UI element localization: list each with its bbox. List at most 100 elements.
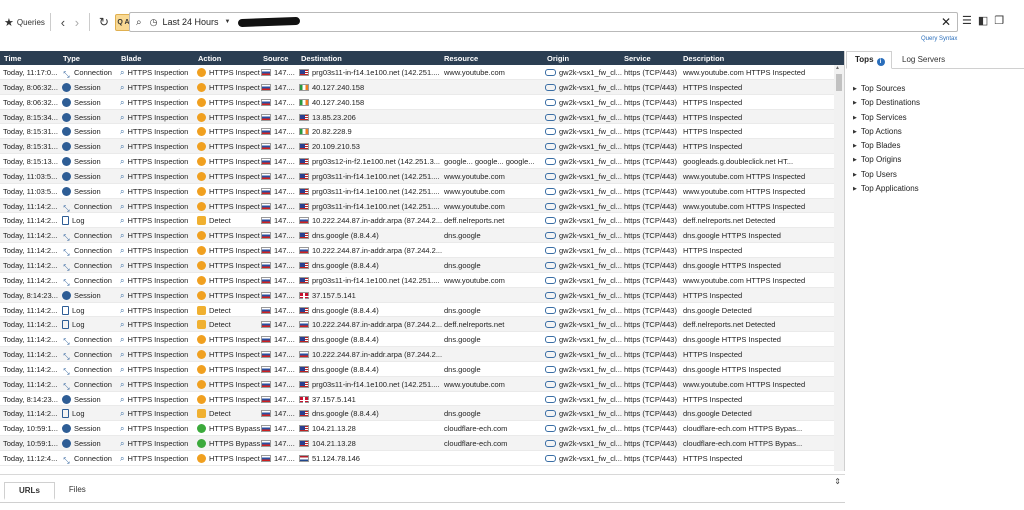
- column-header-description[interactable]: Description: [683, 54, 724, 63]
- table-row[interactable]: Today, 11:14:2... ⤡ Connection ⌕ HTTPS Inspe…: [0, 243, 844, 258]
- flag-us-icon: [299, 202, 309, 210]
- table-row[interactable]: Today, 11:14:2... ⤡ Connection ⌕ HTTPS Inspe…: [0, 272, 844, 288]
- top-item-applications[interactable]: ▶ Top Applications: [853, 184, 920, 198]
- flag-sk-icon: [261, 365, 271, 373]
- cell-text: Log: [72, 305, 85, 315]
- top-item-users[interactable]: ▶ Top Users: [853, 170, 920, 184]
- column-header-action[interactable]: Action: [198, 54, 221, 63]
- refresh-icon[interactable]: ↻: [99, 15, 109, 29]
- table-row[interactable]: Today, 8:15:34... Session ⌕ HTTPS Inspectio…: [0, 109, 844, 125]
- flag-sk-icon: [299, 321, 309, 329]
- table-row[interactable]: Today, 8:14:23... Session ⌕ HTTPS Inspectio…: [0, 391, 844, 407]
- grid-header: Time Type Blade Action Source Destinatio…: [0, 51, 844, 65]
- table-row[interactable]: Today, 11:17:0... ⤡ Connection ⌕ HTTPS Inspe…: [0, 65, 844, 80]
- column-header-origin[interactable]: Origin: [547, 54, 569, 63]
- panel-resize-icon[interactable]: ⇕: [834, 477, 841, 486]
- table-row[interactable]: Today, 11:12:4... ⤡ Connection ⌕ HTTPS Inspe…: [0, 450, 844, 466]
- grid-scrollbar[interactable]: ▲: [834, 65, 844, 471]
- cell-text: HTTPS Inspect: [209, 201, 260, 211]
- table-row[interactable]: Today, 11:14:2... ⤡ Connection ⌕ HTTPS Inspe…: [0, 376, 844, 392]
- column-header-type[interactable]: Type: [63, 54, 80, 63]
- cell-origin: gw2k-vsx1_fw_cl...: [545, 127, 622, 136]
- cell-text: www.youtube.com HTTPS Inspected: [683, 171, 806, 181]
- cell-action: Detect: [197, 320, 260, 330]
- forward-arrow-icon[interactable]: ›: [70, 15, 84, 30]
- table-row[interactable]: Today, 11:14:2... ⤡ Connection ⌕ HTTPS Inspe…: [0, 257, 844, 273]
- close-icon[interactable]: ✕: [941, 15, 951, 29]
- flag-sk-icon: [261, 143, 271, 151]
- cell-text: HTTPS Inspected: [683, 290, 743, 300]
- column-header-destination[interactable]: Destination: [301, 54, 342, 63]
- table-row[interactable]: Today, 10:59:1... Session ⌕ HTTPS Inspectio…: [0, 421, 844, 437]
- tab-urls[interactable]: URLs: [4, 482, 55, 500]
- cell-blade: ⌕ HTTPS Inspection: [120, 409, 196, 419]
- column-header-time[interactable]: Time: [4, 54, 21, 63]
- https-inspection-icon: ⌕: [120, 216, 125, 226]
- cell-text: prg03s11-in-f14.1e100.net (142.251....: [312, 201, 440, 211]
- top-item-blades[interactable]: ▶ Top Blades: [853, 141, 920, 155]
- query-syntax-link[interactable]: Query Syntax: [921, 36, 957, 42]
- top-item-destinations[interactable]: ▶ Top Destinations: [853, 98, 920, 112]
- info-icon[interactable]: i: [876, 58, 885, 66]
- table-row[interactable]: Today, 11:14:2... ⤡ Connection ⌕ HTTPS Inspe…: [0, 361, 844, 377]
- cell-source: 147....: [261, 127, 299, 136]
- cell-text: HTTPS Inspect: [209, 171, 260, 181]
- tab-files[interactable]: Files: [55, 482, 100, 500]
- cell-desc: deff.nelreports.net Detected: [683, 216, 833, 225]
- table-row[interactable]: Today, 11:14:2... ⤡ Connection ⌕ HTTPS Inspe…: [0, 198, 844, 214]
- cell-text: gw2k-vsx1_fw_cl...: [559, 275, 622, 285]
- copy-icon[interactable]: ❐: [994, 14, 1004, 27]
- tops-panel: Tops i Log Servers ▶ Top Sources ▶ Top Dest…: [846, 51, 1024, 510]
- cell-dest: 10.222.244.87.in-addr.arpa (87.244.2...: [299, 350, 442, 359]
- table-row[interactable]: Today, 10:59:1... Session ⌕ HTTPS Inspectio…: [0, 436, 844, 451]
- column-header-blade[interactable]: Blade: [121, 54, 141, 63]
- column-header-service[interactable]: Service: [624, 54, 651, 63]
- tab-log-servers[interactable]: Log Servers: [902, 55, 945, 64]
- menu-icon[interactable]: ☰: [962, 14, 972, 27]
- table-row[interactable]: Today, 11:03:5... Session ⌕ HTTPS Inspectio…: [0, 168, 844, 184]
- bypass-icon: [197, 439, 206, 449]
- table-row[interactable]: Today, 8:14:23... Session ⌕ HTTPS Inspectio…: [0, 287, 844, 303]
- table-row[interactable]: Today, 8:15:31... Session ⌕ HTTPS Inspectio…: [0, 124, 844, 140]
- time-range-selector[interactable]: Last 24 Hours: [162, 17, 218, 27]
- table-row[interactable]: Today, 11:14:2... Log ⌕ HTTPS Inspection Det…: [0, 406, 844, 422]
- scroll-up-icon[interactable]: ▲: [835, 65, 840, 71]
- search-input[interactable]: ⌕ ◷ Last 24 Hours ▼ ✕: [129, 12, 958, 32]
- cell-action: HTTPS Inspect: [197, 97, 260, 107]
- cell-text: 147....: [274, 171, 295, 181]
- tab-tops[interactable]: Tops i: [855, 55, 885, 66]
- connection-icon: ⤡: [63, 352, 70, 362]
- column-header-resource[interactable]: Resource: [444, 54, 478, 63]
- cell-desc: dns.google HTTPS Inspected: [683, 335, 833, 344]
- back-arrow-icon[interactable]: ‹: [56, 15, 70, 30]
- table-row[interactable]: Today, 8:15:31... Session ⌕ HTTPS Inspectio…: [0, 139, 844, 155]
- table-row[interactable]: Today, 8:06:32... Session ⌕ HTTPS Inspectio…: [0, 79, 844, 95]
- cell-text: HTTPS Inspect: [209, 379, 260, 389]
- table-row[interactable]: Today, 11:14:2... ⤡ Connection ⌕ HTTPS Inspe…: [0, 228, 844, 244]
- cell-origin: gw2k-vsx1_fw_cl...: [545, 231, 622, 240]
- table-row[interactable]: Today, 11:14:2... ⤡ Connection ⌕ HTTPS Inspe…: [0, 332, 844, 348]
- table-row[interactable]: Today, 11:03:5... Session ⌕ HTTPS Inspectio…: [0, 183, 844, 199]
- top-item-services[interactable]: ▶ Top Services: [853, 113, 920, 127]
- inspect-icon: [197, 112, 206, 122]
- cell-service: https (TCP/443): [624, 454, 682, 463]
- table-row[interactable]: Today, 11:14:2... Log ⌕ HTTPS Inspection Det…: [0, 317, 844, 333]
- cell-desc: www.youtube.com HTTPS Inspected: [683, 172, 833, 181]
- table-row[interactable]: Today, 11:14:2... Log ⌕ HTTPS Inspection Det…: [0, 302, 844, 318]
- panel-toggle-icon[interactable]: ◧: [978, 14, 988, 27]
- top-item-origins[interactable]: ▶ Top Origins: [853, 155, 920, 169]
- chevron-down-icon[interactable]: ▼: [225, 19, 231, 25]
- connection-icon: ⤡: [63, 248, 70, 258]
- top-item-actions[interactable]: ▶ Top Actions: [853, 127, 920, 141]
- table-row[interactable]: Today, 8:06:32... Session ⌕ HTTPS Inspectio…: [0, 94, 844, 110]
- table-row[interactable]: Today, 8:15:13... Session ⌕ HTTPS Inspectio…: [0, 154, 844, 169]
- queries-button[interactable]: ★ Queries: [4, 16, 45, 29]
- table-row[interactable]: Today, 11:14:2... ⤡ Connection ⌕ HTTPS Inspe…: [0, 347, 844, 362]
- cell-text: https (TCP/443): [624, 127, 677, 137]
- column-header-source[interactable]: Source: [263, 54, 288, 63]
- cell-blade: ⌕ HTTPS Inspection: [120, 157, 196, 167]
- top-item-sources[interactable]: ▶ Top Sources: [853, 84, 920, 98]
- table-row[interactable]: Today, 11:14:2... Log ⌕ HTTPS Inspection Det…: [0, 213, 844, 229]
- cell-source: 147....: [261, 98, 299, 107]
- scrollbar-thumb[interactable]: [836, 74, 842, 91]
